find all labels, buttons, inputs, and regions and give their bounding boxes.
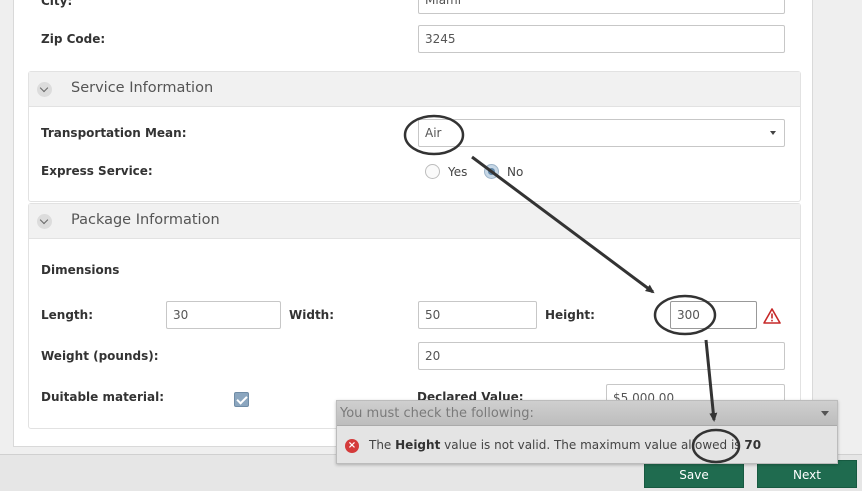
annotation-circle-height (653, 294, 717, 336)
annotation-circle-max (691, 428, 741, 464)
annotation-circle-transport (403, 114, 465, 156)
annotation-arrow-2 (704, 339, 718, 422)
annotation-arrow-1 (471, 155, 655, 294)
annotation-overlay (403, 114, 741, 464)
